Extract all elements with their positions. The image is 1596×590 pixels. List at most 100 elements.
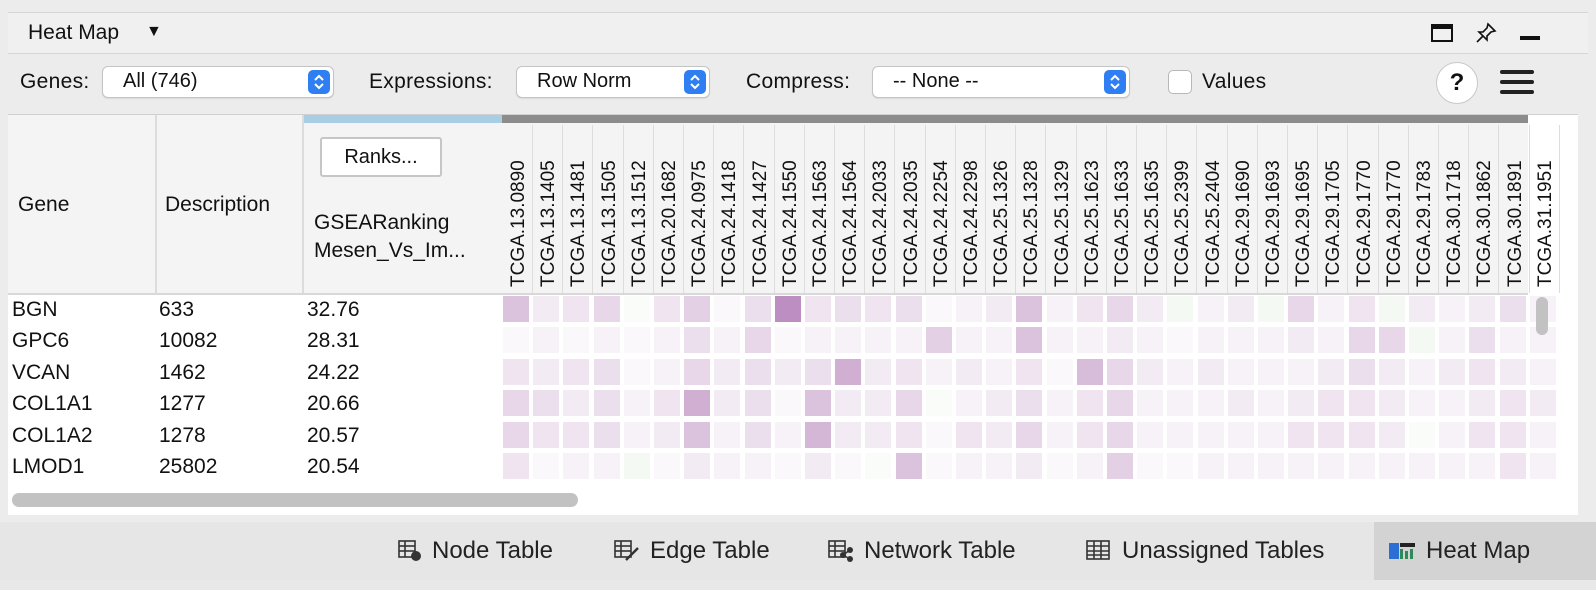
sample-column-header[interactable]: TCGA.13.1512: [623, 125, 654, 293]
sample-column-header[interactable]: TCGA.24.2035: [895, 125, 926, 293]
float-window-icon[interactable]: [1428, 19, 1456, 47]
heat-map-cell[interactable]: [1016, 358, 1043, 385]
sample-column-header[interactable]: TCGA.24.2254: [925, 125, 956, 293]
heat-map-cell[interactable]: [623, 453, 650, 479]
sample-column-header[interactable]: TCGA.24.1550: [774, 125, 805, 293]
heat-map-cell[interactable]: [1409, 453, 1435, 479]
heat-map-cell[interactable]: [1016, 390, 1043, 417]
compress-select[interactable]: -- None --: [872, 66, 1130, 98]
heat-map-cell[interactable]: [1076, 296, 1103, 322]
sample-column-header[interactable]: TCGA.29.1783: [1408, 125, 1439, 293]
heat-map-cell[interactable]: [774, 296, 801, 322]
heat-map-cell[interactable]: [986, 453, 1013, 479]
heat-map-cell[interactable]: [956, 358, 982, 385]
heat-map-cell[interactable]: [1318, 390, 1345, 417]
vertical-scroll-thumb[interactable]: [1536, 297, 1548, 335]
heat-map-cell[interactable]: [986, 421, 1013, 448]
heat-map-cell[interactable]: [1227, 421, 1254, 448]
heat-map-cell[interactable]: [865, 390, 892, 417]
heat-map-cell[interactable]: [1499, 390, 1526, 417]
heat-map-cell[interactable]: [1197, 358, 1224, 385]
heat-map-cell[interactable]: [805, 421, 831, 448]
heat-map-cell[interactable]: [714, 390, 741, 417]
heat-map-cell[interactable]: [1137, 453, 1164, 479]
values-checkbox[interactable]: [1168, 70, 1192, 94]
sample-column-header[interactable]: TCGA.31.1951: [1529, 125, 1560, 293]
heat-map-cell[interactable]: [563, 296, 590, 322]
heat-map-cell[interactable]: [563, 327, 590, 354]
heat-map-cell[interactable]: [865, 453, 892, 479]
heat-map-cell[interactable]: [1197, 453, 1224, 479]
sample-column-header[interactable]: TCGA.24.2298: [955, 125, 986, 293]
heat-map-cell[interactable]: [503, 358, 529, 385]
heat-map-cell[interactable]: [1348, 453, 1375, 479]
heat-map-cell[interactable]: [1016, 421, 1043, 448]
sample-column-header[interactable]: TCGA.24.0975: [683, 125, 715, 293]
sample-column-header[interactable]: TCGA.25.1326: [985, 125, 1017, 293]
heat-map-cell[interactable]: [503, 296, 529, 322]
genes-select[interactable]: All (746): [102, 66, 334, 98]
heat-map-cell[interactable]: [1197, 421, 1224, 448]
heat-map-cell[interactable]: [593, 327, 620, 354]
heat-map-cell[interactable]: [1409, 421, 1435, 448]
heat-map-cell[interactable]: [623, 327, 650, 354]
heat-map-cell[interactable]: [1378, 421, 1405, 448]
heat-map-cell[interactable]: [1167, 453, 1194, 479]
heat-map-cell[interactable]: [895, 453, 922, 479]
heat-map-cell[interactable]: [503, 327, 529, 354]
heat-map-cell[interactable]: [1469, 390, 1496, 417]
heat-map-cell[interactable]: [623, 358, 650, 385]
heat-map-cell[interactable]: [956, 390, 982, 417]
heat-map-cell[interactable]: [835, 421, 862, 448]
heat-map-cell[interactable]: [1227, 327, 1254, 354]
heat-map-cell[interactable]: [1288, 390, 1315, 417]
sample-column-header[interactable]: TCGA.25.2404: [1197, 125, 1228, 293]
heat-map-cell[interactable]: [1258, 327, 1284, 354]
heat-map-cell[interactable]: [1107, 358, 1133, 385]
heat-map-cell[interactable]: [1016, 327, 1043, 354]
heat-map-cell[interactable]: [623, 296, 650, 322]
heat-map-cell[interactable]: [895, 358, 922, 385]
heat-map-cell[interactable]: [1258, 453, 1284, 479]
heat-map-cell[interactable]: [895, 296, 922, 322]
heat-map-cell[interactable]: [684, 421, 711, 448]
heat-map-cell[interactable]: [1227, 358, 1254, 385]
heat-map-cell[interactable]: [1378, 296, 1405, 322]
sample-column-header[interactable]: TCGA.30.1862: [1468, 125, 1500, 293]
heat-map-cell[interactable]: [1167, 390, 1194, 417]
sample-column-header[interactable]: TCGA.24.1418: [713, 125, 745, 293]
heat-map-cell[interactable]: [1046, 453, 1073, 479]
heat-map-cell[interactable]: [956, 296, 982, 322]
heat-map-cell[interactable]: [1469, 358, 1496, 385]
heat-map-cell[interactable]: [925, 358, 952, 385]
heat-map-cell[interactable]: [714, 358, 741, 385]
header-ranking-line2[interactable]: Mesen_Vs_Im...: [314, 239, 466, 263]
heat-map-cell[interactable]: [593, 453, 620, 479]
heat-map-cell[interactable]: [805, 327, 831, 354]
heat-map-cell[interactable]: [1439, 358, 1466, 385]
heat-map-cell[interactable]: [865, 421, 892, 448]
heat-map-cell[interactable]: [1016, 296, 1043, 322]
heat-map-cell[interactable]: [1439, 390, 1466, 417]
heat-map-cell[interactable]: [593, 358, 620, 385]
header-ranking-line1[interactable]: GSEARanking: [314, 211, 449, 235]
heat-map-cell[interactable]: [956, 453, 982, 479]
heat-map-cell[interactable]: [1378, 327, 1405, 354]
heat-map-cell[interactable]: [1318, 453, 1345, 479]
heat-map-cell[interactable]: [1469, 421, 1496, 448]
expressions-select[interactable]: Row Norm: [516, 66, 710, 98]
heat-map-cell[interactable]: [1137, 390, 1164, 417]
sample-column-header[interactable]: TCGA.24.2033: [864, 125, 896, 293]
sample-column-header[interactable]: TCGA.29.1770: [1378, 125, 1409, 293]
heat-map-cell[interactable]: [1348, 296, 1375, 322]
heat-map-cell[interactable]: [1318, 358, 1345, 385]
tab-node-table[interactable]: Node Table: [398, 522, 553, 580]
heat-map-cell[interactable]: [1076, 358, 1103, 385]
heat-map-cell[interactable]: [1137, 296, 1164, 322]
heat-map-cell[interactable]: [1107, 296, 1133, 322]
heat-map-cell[interactable]: [835, 453, 862, 479]
heat-map-cell[interactable]: [986, 390, 1013, 417]
heat-map-cell[interactable]: [1107, 327, 1133, 354]
heat-map-cell[interactable]: [1046, 358, 1073, 385]
heat-map-cell[interactable]: [654, 327, 680, 354]
